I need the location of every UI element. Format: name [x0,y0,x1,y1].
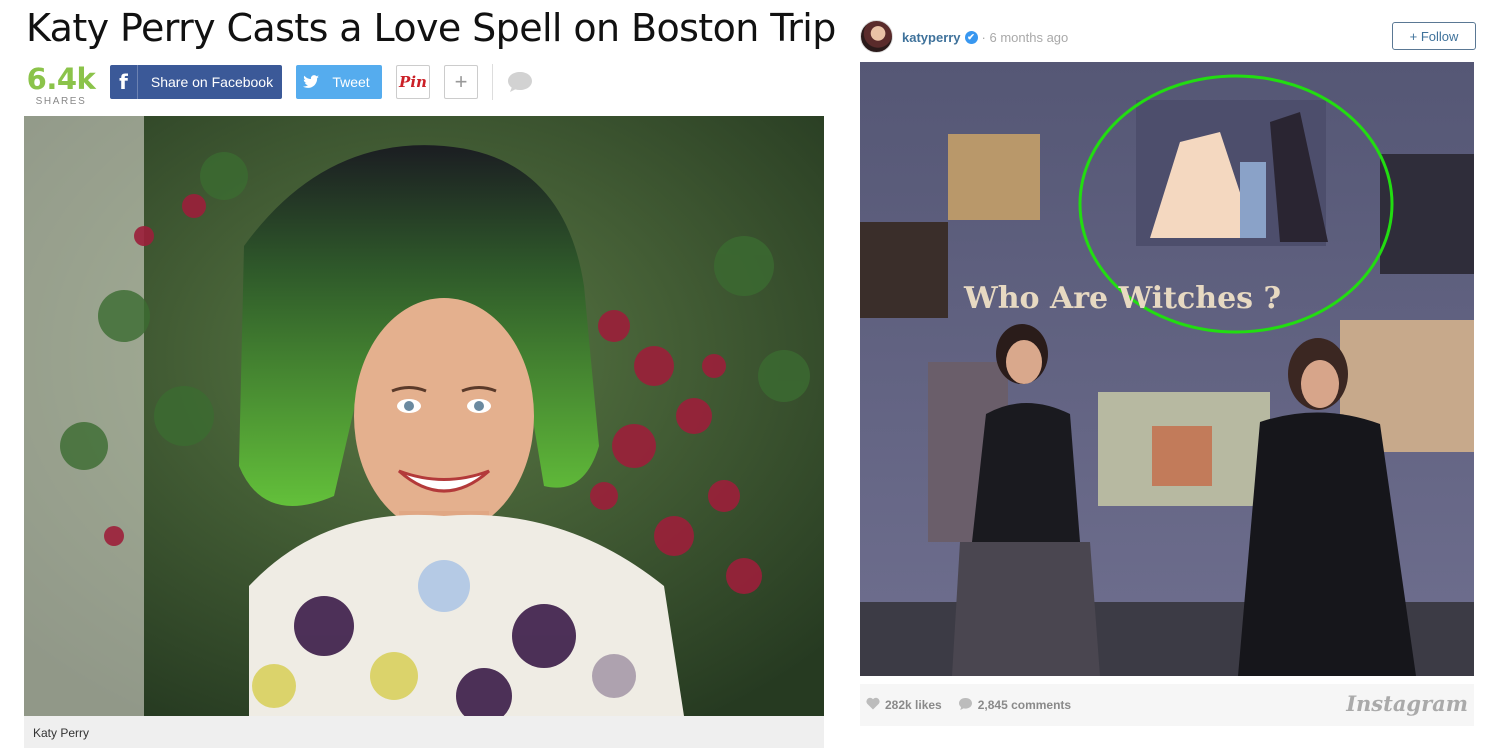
follow-button[interactable]: + Follow [1392,22,1476,50]
facebook-icon: f [110,65,138,99]
share-facebook-button[interactable]: f Share on Facebook [110,65,282,99]
comments-stat[interactable]: 2,845 comments [958,697,1071,714]
likes-stat[interactable]: 282k likes [866,697,942,713]
post-timestamp: · 6 months ago [981,30,1069,45]
article: Katy Perry Casts a Love Spell on Boston … [0,0,840,748]
shares-count: 6.4k [26,62,96,96]
likes-count: 282k likes [885,698,942,712]
tweet-button[interactable]: Tweet [296,65,382,99]
share-bar-divider [492,64,493,100]
comments-count: 2,845 comments [977,698,1072,712]
photo-sign-text: Who Are Witches ? [963,281,1281,316]
instagram-user-line: katyperry ✔ · 6 months ago [902,30,1068,45]
verified-badge-icon: ✔ [964,31,978,44]
comment-icon [958,697,973,714]
instagram-embed: katyperry ✔ · 6 months ago + Follow Who … [848,0,1492,748]
instagram-header: katyperry ✔ · 6 months ago + Follow [860,20,1476,54]
twitter-bird-icon [296,75,326,89]
hero-image [24,116,824,716]
heart-icon [866,697,880,713]
instagram-photo[interactable]: Who Are Witches ? [860,62,1474,676]
tweet-label: Tweet [332,74,370,90]
share-counter: 6.4k SHARES [26,62,96,108]
instagram-footer: 282k likes 2,845 comments Instagram [860,684,1474,726]
share-bar: f Share on Facebook Tweet Pin + [110,64,535,100]
pinterest-icon[interactable]: Pin [396,65,430,99]
shares-label: SHARES [35,96,87,107]
hero-caption: Katy Perry [24,716,824,748]
article-headline: Katy Perry Casts a Love Spell on Boston … [26,6,836,50]
plus-icon[interactable]: + [444,65,478,99]
instagram-username[interactable]: katyperry [902,30,961,45]
share-facebook-label: Share on Facebook [150,74,274,90]
instagram-logo[interactable]: Instagram [1346,691,1468,716]
avatar[interactable] [860,20,893,53]
comment-bubble-icon[interactable] [505,65,535,99]
